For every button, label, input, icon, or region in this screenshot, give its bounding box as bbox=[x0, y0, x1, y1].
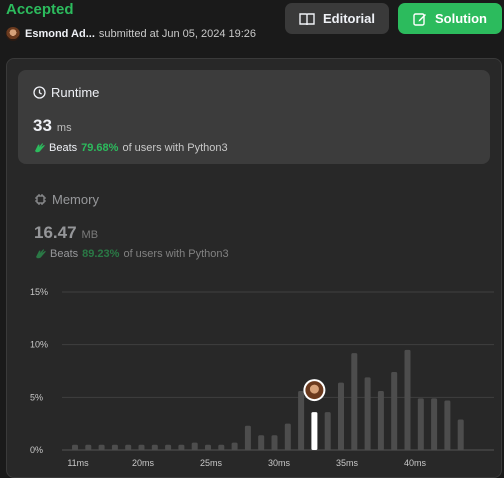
memory-unit: MB bbox=[81, 229, 99, 241]
memory-number: 16.47 bbox=[34, 223, 77, 242]
memory-beats: Beats 89.23% of users with Python3 bbox=[34, 248, 229, 260]
status-accepted: Accepted bbox=[6, 1, 74, 18]
chart-bar[interactable] bbox=[138, 444, 145, 450]
x-tick-label: 30ms bbox=[268, 458, 291, 468]
chart-bar[interactable] bbox=[298, 391, 305, 450]
memory-title-text: Memory bbox=[52, 192, 99, 207]
y-tick-label: 10% bbox=[30, 340, 48, 350]
chart-bar[interactable] bbox=[258, 435, 265, 450]
user-avatar[interactable] bbox=[6, 27, 20, 41]
solution-label: Solution bbox=[435, 11, 487, 26]
chart-bar[interactable] bbox=[271, 435, 278, 450]
chart-bar[interactable] bbox=[444, 400, 451, 450]
chart-bar[interactable] bbox=[431, 398, 438, 450]
chart-bar[interactable] bbox=[85, 444, 92, 450]
selected-avatar-marker bbox=[303, 379, 326, 402]
chart-bar[interactable] bbox=[231, 442, 238, 450]
chart-bar[interactable] bbox=[457, 419, 464, 450]
chart-bar[interactable] bbox=[351, 353, 358, 450]
chart-bar[interactable] bbox=[417, 398, 424, 450]
chart-bar[interactable] bbox=[151, 444, 158, 450]
chart-bar[interactable] bbox=[98, 444, 105, 450]
memory-beats-word: Beats bbox=[50, 248, 79, 260]
chart-svg: 15% 10% 5% 0% 11ms 20ms 25ms 30ms 35ms 40ms bbox=[30, 287, 494, 468]
runtime-title: Runtime bbox=[33, 85, 99, 100]
memory-beats-pct: 89.23% bbox=[82, 248, 120, 260]
editorial-label: Editorial bbox=[322, 11, 375, 26]
chart-bar[interactable] bbox=[111, 444, 118, 450]
x-tick-label: 11ms bbox=[67, 458, 89, 468]
chart-bar[interactable] bbox=[178, 444, 185, 450]
memory-card[interactable]: Memory 16.47 MB Beats 89.23% of users wit… bbox=[32, 190, 332, 270]
chart-bar-selected[interactable] bbox=[311, 412, 318, 450]
chart-bar[interactable] bbox=[404, 349, 411, 450]
runtime-card[interactable]: Runtime 33 ms Beats 79.68% of users with … bbox=[18, 70, 490, 164]
user-name[interactable]: Esmond Ad... bbox=[25, 28, 95, 40]
chart-bar[interactable] bbox=[125, 444, 132, 450]
x-tick-label: 35ms bbox=[336, 458, 359, 468]
clap-icon bbox=[36, 249, 46, 259]
x-tick-label: 25ms bbox=[200, 458, 223, 468]
chart-bar[interactable] bbox=[338, 382, 344, 450]
runtime-number: 33 bbox=[33, 116, 52, 135]
y-tick-label: 0% bbox=[30, 445, 43, 455]
submitted-at: submitted at Jun 05, 2024 19:26 bbox=[98, 28, 257, 40]
editorial-button[interactable]: Editorial bbox=[285, 3, 389, 34]
x-tick-label: 20ms bbox=[132, 458, 155, 468]
memory-value: 16.47 MB bbox=[34, 223, 98, 243]
chart-bar[interactable] bbox=[364, 377, 371, 450]
solution-button[interactable]: Solution bbox=[398, 3, 502, 34]
x-tick-label: 40ms bbox=[404, 458, 427, 468]
runtime-distribution-chart[interactable]: 15% 10% 5% 0% 11ms 20ms 25ms 30ms 35ms 40ms bbox=[0, 275, 504, 469]
runtime-unit: ms bbox=[56, 122, 72, 134]
chart-bar[interactable] bbox=[284, 423, 291, 450]
clap-icon bbox=[35, 143, 45, 153]
runtime-beats-word: Beats bbox=[49, 142, 78, 154]
submission-meta: Esmond Ad... submitted at Jun 05, 2024 1… bbox=[6, 26, 256, 42]
chart-bar[interactable] bbox=[218, 444, 225, 450]
chart-bar[interactable] bbox=[391, 372, 398, 450]
memory-title: Memory bbox=[34, 192, 99, 207]
runtime-beats-pct: 79.68% bbox=[81, 142, 119, 154]
chart-bar[interactable] bbox=[72, 444, 78, 450]
runtime-beats: Beats 79.68% of users with Python3 bbox=[33, 142, 228, 154]
chart-bar[interactable] bbox=[324, 412, 331, 450]
chart-bar[interactable] bbox=[165, 444, 172, 450]
runtime-value: 33 ms bbox=[33, 116, 72, 136]
submission-header: Accepted Esmond Ad... submitted at Jun 0… bbox=[0, 0, 504, 48]
edit-icon bbox=[413, 12, 426, 26]
clock-icon bbox=[33, 86, 46, 99]
runtime-title-text: Runtime bbox=[51, 85, 100, 100]
runtime-beats-suffix: of users with Python3 bbox=[122, 142, 228, 154]
book-icon bbox=[299, 12, 315, 25]
memory-beats-suffix: of users with Python3 bbox=[123, 248, 229, 260]
chart-bar[interactable] bbox=[244, 425, 251, 450]
chart-bar[interactable] bbox=[205, 444, 211, 450]
y-tick-label: 5% bbox=[30, 392, 43, 402]
chart-bar[interactable] bbox=[191, 442, 198, 450]
y-tick-label: 15% bbox=[30, 287, 48, 297]
chart-bar[interactable] bbox=[377, 391, 384, 450]
chip-icon bbox=[35, 194, 46, 205]
